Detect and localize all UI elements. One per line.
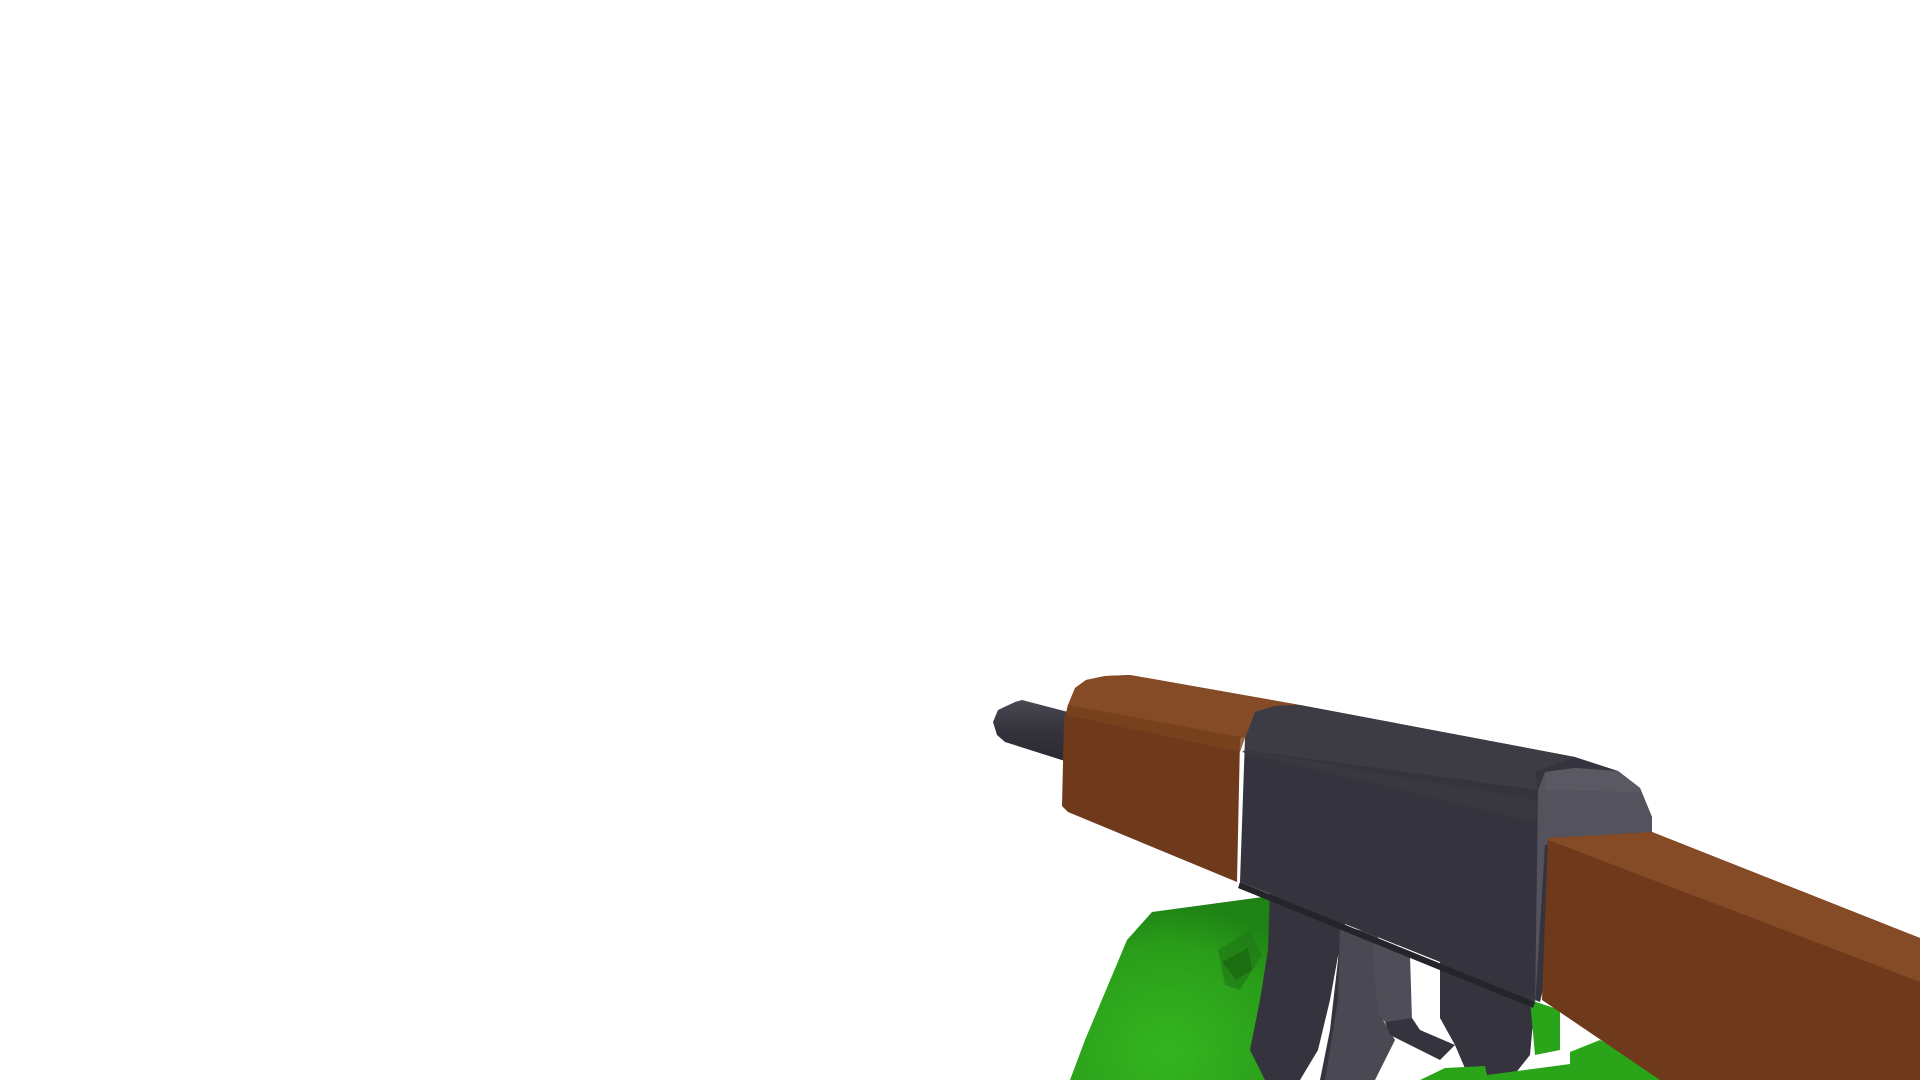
rifle-barrel bbox=[993, 700, 1068, 762]
first-person-view bbox=[993, 675, 1920, 1080]
game-viewport[interactable] bbox=[0, 0, 1920, 1080]
